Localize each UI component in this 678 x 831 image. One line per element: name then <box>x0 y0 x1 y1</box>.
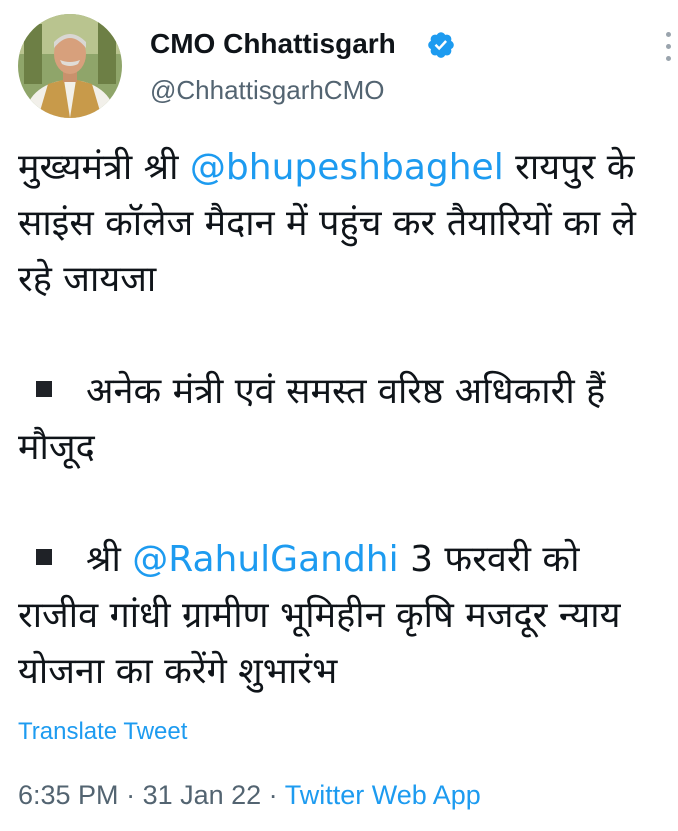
tweet-header: CMO Chhattisgarh @ChhattisgarhCMO <box>0 0 678 120</box>
meta-separator: · <box>118 780 143 810</box>
tweet-date[interactable]: 31 Jan 22 <box>143 780 262 810</box>
tweet-text-segment: अनेक मंत्री एवं समस्त वरिष्ठ अधिकारी हैं… <box>18 371 606 468</box>
verified-badge-icon <box>428 32 454 58</box>
square-bullet-icon <box>36 549 52 565</box>
tweet-text-segment: श्री <box>86 539 133 580</box>
translate-tweet-link[interactable]: Translate Tweet <box>18 718 187 746</box>
tweet-metadata: 6:35 PM · 31 Jan 22 · Twitter Web App <box>18 780 481 811</box>
tweet-source-link[interactable]: Twitter Web App <box>285 780 481 810</box>
avatar[interactable] <box>18 14 122 118</box>
tweet-paragraph: मुख्यमंत्री श्री @bhupeshbaghel रायपुर क… <box>18 140 668 308</box>
mention-link[interactable]: @RahulGandhi <box>132 539 398 580</box>
tweet-time[interactable]: 6:35 PM <box>18 780 119 810</box>
tweet-paragraph: श्री @RahulGandhi 3 फरवरी को राजीव गांधी… <box>18 532 668 700</box>
author-handle[interactable]: @ChhattisgarhCMO <box>150 75 384 106</box>
author-display-name[interactable]: CMO Chhattisgarh <box>150 28 396 60</box>
meta-separator: · <box>261 780 285 810</box>
more-vertical-icon[interactable] <box>662 32 674 72</box>
profile-photo-icon <box>18 14 122 118</box>
square-bullet-icon <box>36 381 52 397</box>
mention-link[interactable]: @bhupeshbaghel <box>190 147 504 188</box>
tweet-paragraph: अनेक मंत्री एवं समस्त वरिष्ठ अधिकारी हैं… <box>18 364 668 476</box>
tweet-text: मुख्यमंत्री श्री @bhupeshbaghel रायपुर क… <box>18 140 668 700</box>
tweet-text-segment: मुख्यमंत्री श्री <box>18 147 190 188</box>
